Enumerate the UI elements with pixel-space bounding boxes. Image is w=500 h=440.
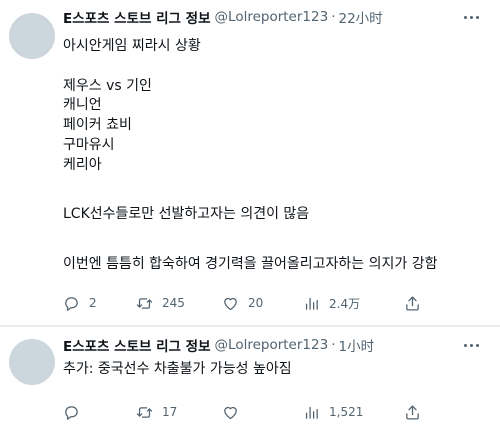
tweet-line: 페이커 쵸비 [63,117,132,133]
author-handle[interactable]: @Lolreporter123 [215,9,329,25]
retweet-count: 17 [162,405,178,419]
tweet-line: 추가: 중국선수 차출불가 가능성 높아짐 [63,361,292,377]
views-bar-chart-icon [305,406,318,419]
author-name[interactable]: E스포츠 스토브 리그 정보 [63,335,211,355]
timestamp[interactable]: 1小时 [338,335,374,355]
views-bar-chart-icon [305,297,318,310]
retweet-button[interactable]: 17 [136,402,177,422]
tweet-line: 제우스 vs 기인 [63,78,152,94]
tweet-line: 캐니언 [63,97,102,113]
avatar[interactable] [9,339,55,385]
share-icon [405,404,419,420]
author-handle[interactable]: @Lolreporter123 [215,337,329,353]
header-separator: · [331,337,336,353]
like-button[interactable]: 20 [222,293,263,313]
reply-icon [65,405,78,420]
avatar[interactable] [9,13,55,59]
tweet-text: 아시안게임 찌라시 상황 제우스 vs 기인 캐니언 페이커 쵸비 구마유시 케… [63,37,483,287]
reply-button[interactable] [63,402,89,422]
header-separator: · [331,9,336,25]
share-button[interactable] [402,402,422,422]
retweet-icon [136,406,153,418]
tweet-line: 구마유시 [63,137,115,153]
views-button[interactable]: 2.4万 [303,293,360,313]
tweet-line: LCK선수들로만 선발하고자는 의견이 많음 [63,206,310,222]
retweet-count: 245 [162,296,185,310]
tweet-text: 추가: 중국선수 차출불가 가능성 높아짐 [63,360,483,380]
retweet-button[interactable]: 245 [136,293,185,313]
tweet[interactable]: E스포츠 스토브 리그 정보 @Lolreporter123 · 1小时 추가:… [0,327,500,440]
like-count: 20 [248,296,264,310]
like-button[interactable] [222,402,248,422]
tweet-line: 케리아 [63,157,102,173]
reply-icon [65,296,78,311]
tweet-line: 이번엔 틈틈히 합숙하여 경기력을 끌어올리고자하는 의지가 강함 [63,256,438,272]
author-name[interactable]: E스포츠 스토브 리그 정보 [63,7,211,27]
heart-icon [224,406,237,419]
share-button[interactable] [402,293,422,313]
tweet-header: E스포츠 스토브 리그 정보 @Lolreporter123 · 22小时 [63,7,383,27]
tweet-actions: 2 245 20 2.4万 [63,293,423,313]
more-dots-icon[interactable] [460,336,482,354]
views-count: 1,521 [329,405,364,419]
heart-icon [224,297,237,310]
timestamp[interactable]: 22小时 [338,7,382,27]
reply-count: 2 [89,296,97,310]
tweet-line: 아시안게임 찌라시 상황 [63,38,201,54]
retweet-icon [136,297,153,309]
views-button[interactable]: 1,521 [303,402,363,422]
share-icon [405,295,419,311]
views-count: 2.4万 [329,296,361,311]
reply-button[interactable]: 2 [63,293,97,313]
more-dots-icon[interactable] [460,8,482,26]
tweet[interactable]: E스포츠 스토브 리그 정보 @Lolreporter123 · 22小时 아시… [0,0,500,326]
tweet-actions: 17 1,521 [63,402,423,422]
tweet-header: E스포츠 스토브 리그 정보 @Lolreporter123 · 1小时 [63,335,374,355]
